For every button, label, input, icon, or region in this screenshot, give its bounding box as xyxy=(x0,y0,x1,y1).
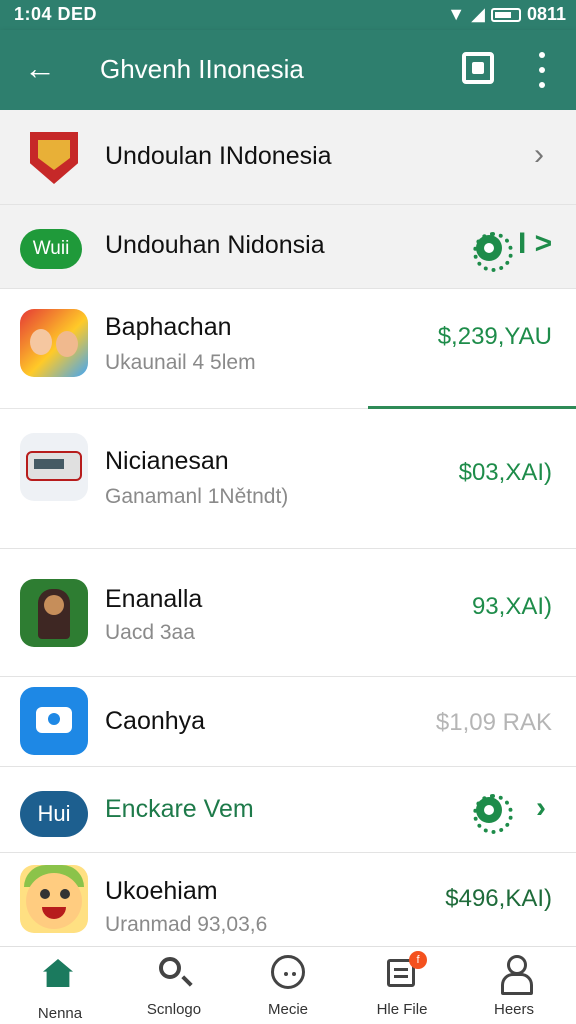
app-bar: ← Ghvenh IInonesia xyxy=(0,30,576,110)
chevron-right-icon[interactable]: I > xyxy=(518,229,552,259)
section-title: Undoulan INdonesia xyxy=(105,142,332,170)
app-price: $1,09 RAK xyxy=(435,709,552,736)
nav-label: Mecie xyxy=(267,1001,308,1018)
nav-item-home[interactable]: Nenna xyxy=(10,955,110,1022)
app-subtitle: Uranmad 93,03,6 xyxy=(105,913,268,936)
back-arrow-icon[interactable]: ← xyxy=(24,50,58,86)
list-item[interactable]: Nicianesan Ganamanl 1Nětndt) $03,XAI) xyxy=(0,409,576,549)
app-icon xyxy=(20,865,88,933)
home-icon xyxy=(43,959,73,987)
app-name: Enanalla xyxy=(105,585,203,613)
app-name: Ukoehiam xyxy=(105,877,218,905)
section-header-download[interactable]: Wuii Undouhan Nidonsia I > xyxy=(0,205,576,289)
app-subtitle: Ganamanl 1Nětndt) xyxy=(105,485,289,508)
app-price: $,239,YAU xyxy=(437,323,552,350)
section-title: Undouhan Nidonsia xyxy=(105,231,325,259)
app-price: $496,KAI) xyxy=(445,885,552,912)
gear-icon[interactable] xyxy=(473,794,513,834)
bottom-navigation: Nenna Scnlogo Mecie f Hle File Heers xyxy=(0,946,576,1024)
wifi-icon: ▼ xyxy=(447,4,466,24)
promo-label: Enckare Vem xyxy=(105,795,254,823)
more-vert-icon[interactable] xyxy=(530,52,554,88)
signal-icon: ◢ xyxy=(471,4,485,24)
list-item[interactable]: Ukoehiam Uranmad 93,03,6 $496,KAI) xyxy=(0,853,576,946)
list-item[interactable]: Enanalla Uacd 3aa 93,XAI) xyxy=(0,549,576,677)
nav-label: Scnlogo xyxy=(146,1001,202,1018)
nav-item-search[interactable]: Scnlogo xyxy=(124,955,224,1018)
nav-label: Nenna xyxy=(37,1005,83,1022)
media-icon xyxy=(271,955,305,989)
app-icon xyxy=(20,309,88,377)
status-time: 1:04 DED xyxy=(14,4,98,24)
chevron-right-icon[interactable]: › xyxy=(536,793,546,823)
nav-label: Heers xyxy=(493,1001,534,1018)
app-name: Baphachan xyxy=(105,313,232,341)
nav-item-media[interactable]: Mecie xyxy=(238,955,338,1018)
app-icon xyxy=(20,687,88,755)
app-subtitle: Ukaunail 4 5lem xyxy=(105,351,256,374)
app-price: 93,XAI) xyxy=(471,593,552,620)
app-icon xyxy=(20,433,88,501)
app-icon xyxy=(20,579,88,647)
app-subtitle: Uacd 3aa xyxy=(105,621,195,644)
battery-icon xyxy=(490,7,521,22)
app-name: Nicianesan xyxy=(105,447,229,475)
promo-row[interactable]: Hui Enckare Vem › xyxy=(0,767,576,853)
list-item[interactable]: Baphachan Ukaunail 4 5lem $,239,YAU xyxy=(0,289,576,409)
search-icon xyxy=(159,957,181,979)
nav-label: Hle File xyxy=(376,1001,428,1018)
user-icon xyxy=(501,955,533,995)
status-clock: 0811 xyxy=(526,4,566,24)
status-icons: ▼ ◢ 0811 xyxy=(447,4,566,25)
nav-item-files[interactable]: f Hle File xyxy=(352,951,452,1018)
scan-icon[interactable] xyxy=(462,52,494,84)
list-item[interactable]: Caonhya $1,09 RAK xyxy=(0,677,576,767)
app-price: $03,XAI) xyxy=(458,459,552,486)
status-bar: 1:04 DED ▼ ◢ 0811 xyxy=(0,0,576,30)
wuii-badge: Wuii xyxy=(20,229,82,269)
shield-icon xyxy=(30,132,78,184)
hui-badge: Hui xyxy=(20,791,88,837)
section-header-indonesia[interactable]: Undoulan INdonesia › xyxy=(0,110,576,205)
notification-badge: f xyxy=(409,951,427,969)
app-name: Caonhya xyxy=(105,707,206,735)
gear-icon[interactable] xyxy=(473,232,513,272)
page-title: Ghvenh IInonesia xyxy=(100,54,304,84)
nav-item-profile[interactable]: Heers xyxy=(464,955,564,1018)
chevron-right-icon[interactable]: › xyxy=(534,140,544,170)
